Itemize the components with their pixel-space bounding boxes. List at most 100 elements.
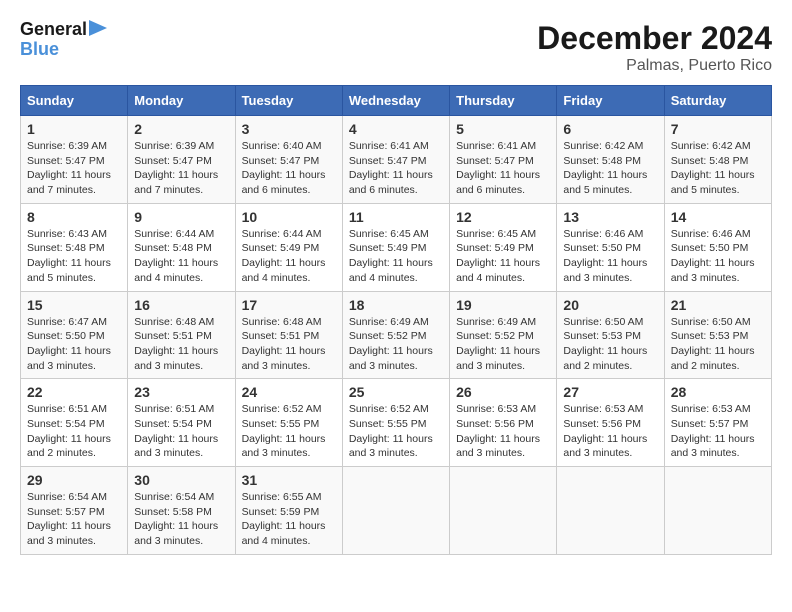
day-info: Sunrise: 6:47 AM Sunset: 5:50 PM Dayligh… (27, 315, 121, 374)
day-info: Sunrise: 6:45 AM Sunset: 5:49 PM Dayligh… (349, 227, 443, 286)
sunrise-label: Sunrise: 6:53 AM (671, 403, 751, 415)
daylight-label: Daylight: 11 hours and 6 minutes. (242, 169, 326, 196)
day-cell: 3 Sunrise: 6:40 AM Sunset: 5:47 PM Dayli… (235, 116, 342, 204)
sunset-label: Sunset: 5:48 PM (563, 155, 641, 167)
day-info: Sunrise: 6:42 AM Sunset: 5:48 PM Dayligh… (671, 139, 765, 198)
daylight-label: Daylight: 11 hours and 3 minutes. (134, 433, 218, 460)
day-number: 25 (349, 384, 443, 400)
sunset-label: Sunset: 5:48 PM (27, 242, 105, 254)
day-number: 20 (563, 297, 657, 313)
daylight-label: Daylight: 11 hours and 3 minutes. (134, 520, 218, 547)
day-cell (342, 467, 449, 555)
day-info: Sunrise: 6:46 AM Sunset: 5:50 PM Dayligh… (563, 227, 657, 286)
day-info: Sunrise: 6:40 AM Sunset: 5:47 PM Dayligh… (242, 139, 336, 198)
day-info: Sunrise: 6:53 AM Sunset: 5:57 PM Dayligh… (671, 402, 765, 461)
sunrise-label: Sunrise: 6:41 AM (456, 140, 536, 152)
day-number: 4 (349, 121, 443, 137)
day-info: Sunrise: 6:51 AM Sunset: 5:54 PM Dayligh… (27, 402, 121, 461)
day-cell: 11 Sunrise: 6:45 AM Sunset: 5:49 PM Dayl… (342, 203, 449, 291)
day-number: 17 (242, 297, 336, 313)
header-wednesday: Wednesday (342, 86, 449, 116)
day-cell: 6 Sunrise: 6:42 AM Sunset: 5:48 PM Dayli… (557, 116, 664, 204)
day-info: Sunrise: 6:50 AM Sunset: 5:53 PM Dayligh… (671, 315, 765, 374)
daylight-label: Daylight: 11 hours and 5 minutes. (27, 257, 111, 284)
day-cell: 20 Sunrise: 6:50 AM Sunset: 5:53 PM Dayl… (557, 291, 664, 379)
daylight-label: Daylight: 11 hours and 6 minutes. (349, 169, 433, 196)
sunrise-label: Sunrise: 6:41 AM (349, 140, 429, 152)
day-info: Sunrise: 6:39 AM Sunset: 5:47 PM Dayligh… (134, 139, 228, 198)
daylight-label: Daylight: 11 hours and 4 minutes. (242, 520, 326, 547)
daylight-label: Daylight: 11 hours and 3 minutes. (349, 345, 433, 372)
sunset-label: Sunset: 5:53 PM (563, 330, 641, 342)
sunrise-label: Sunrise: 6:48 AM (242, 316, 322, 328)
day-cell: 14 Sunrise: 6:46 AM Sunset: 5:50 PM Dayl… (664, 203, 771, 291)
sunrise-label: Sunrise: 6:39 AM (27, 140, 107, 152)
day-number: 24 (242, 384, 336, 400)
daylight-label: Daylight: 11 hours and 2 minutes. (563, 345, 647, 372)
daylight-label: Daylight: 11 hours and 5 minutes. (671, 169, 755, 196)
header-monday: Monday (128, 86, 235, 116)
day-number: 21 (671, 297, 765, 313)
sunset-label: Sunset: 5:51 PM (134, 330, 212, 342)
logo-flag-icon (89, 20, 111, 40)
sunrise-label: Sunrise: 6:44 AM (134, 228, 214, 240)
day-info: Sunrise: 6:44 AM Sunset: 5:48 PM Dayligh… (134, 227, 228, 286)
day-info: Sunrise: 6:53 AM Sunset: 5:56 PM Dayligh… (456, 402, 550, 461)
day-cell: 16 Sunrise: 6:48 AM Sunset: 5:51 PM Dayl… (128, 291, 235, 379)
daylight-label: Daylight: 11 hours and 3 minutes. (27, 520, 111, 547)
sunrise-label: Sunrise: 6:49 AM (349, 316, 429, 328)
sunset-label: Sunset: 5:50 PM (563, 242, 641, 254)
sunrise-label: Sunrise: 6:44 AM (242, 228, 322, 240)
day-number: 27 (563, 384, 657, 400)
day-number: 28 (671, 384, 765, 400)
daylight-label: Daylight: 11 hours and 3 minutes. (456, 345, 540, 372)
day-info: Sunrise: 6:49 AM Sunset: 5:52 PM Dayligh… (456, 315, 550, 374)
day-cell: 5 Sunrise: 6:41 AM Sunset: 5:47 PM Dayli… (450, 116, 557, 204)
sunset-label: Sunset: 5:56 PM (563, 418, 641, 430)
daylight-label: Daylight: 11 hours and 6 minutes. (456, 169, 540, 196)
day-cell: 1 Sunrise: 6:39 AM Sunset: 5:47 PM Dayli… (21, 116, 128, 204)
location: Palmas, Puerto Rico (537, 57, 772, 75)
sunset-label: Sunset: 5:51 PM (242, 330, 320, 342)
day-cell: 10 Sunrise: 6:44 AM Sunset: 5:49 PM Dayl… (235, 203, 342, 291)
day-number: 23 (134, 384, 228, 400)
daylight-label: Daylight: 11 hours and 7 minutes. (134, 169, 218, 196)
month-title: December 2024 (537, 20, 772, 57)
sunrise-label: Sunrise: 6:46 AM (563, 228, 643, 240)
day-number: 30 (134, 472, 228, 488)
day-cell: 8 Sunrise: 6:43 AM Sunset: 5:48 PM Dayli… (21, 203, 128, 291)
sunrise-label: Sunrise: 6:51 AM (27, 403, 107, 415)
header-tuesday: Tuesday (235, 86, 342, 116)
day-number: 7 (671, 121, 765, 137)
day-number: 13 (563, 209, 657, 225)
week-row-4: 22 Sunrise: 6:51 AM Sunset: 5:54 PM Dayl… (21, 379, 772, 467)
sunrise-label: Sunrise: 6:42 AM (671, 140, 751, 152)
day-cell: 9 Sunrise: 6:44 AM Sunset: 5:48 PM Dayli… (128, 203, 235, 291)
daylight-label: Daylight: 11 hours and 3 minutes. (563, 433, 647, 460)
day-cell: 2 Sunrise: 6:39 AM Sunset: 5:47 PM Dayli… (128, 116, 235, 204)
day-info: Sunrise: 6:41 AM Sunset: 5:47 PM Dayligh… (456, 139, 550, 198)
sunset-label: Sunset: 5:48 PM (134, 242, 212, 254)
daylight-label: Daylight: 11 hours and 3 minutes. (134, 345, 218, 372)
day-number: 14 (671, 209, 765, 225)
sunset-label: Sunset: 5:49 PM (349, 242, 427, 254)
sunset-label: Sunset: 5:54 PM (27, 418, 105, 430)
day-info: Sunrise: 6:42 AM Sunset: 5:48 PM Dayligh… (563, 139, 657, 198)
sunrise-label: Sunrise: 6:39 AM (134, 140, 214, 152)
day-number: 26 (456, 384, 550, 400)
daylight-label: Daylight: 11 hours and 5 minutes. (563, 169, 647, 196)
sunset-label: Sunset: 5:47 PM (349, 155, 427, 167)
day-cell (557, 467, 664, 555)
day-info: Sunrise: 6:43 AM Sunset: 5:48 PM Dayligh… (27, 227, 121, 286)
sunrise-label: Sunrise: 6:53 AM (563, 403, 643, 415)
day-cell: 22 Sunrise: 6:51 AM Sunset: 5:54 PM Dayl… (21, 379, 128, 467)
sunrise-label: Sunrise: 6:45 AM (456, 228, 536, 240)
day-number: 19 (456, 297, 550, 313)
header-friday: Friday (557, 86, 664, 116)
sunrise-label: Sunrise: 6:52 AM (242, 403, 322, 415)
daylight-label: Daylight: 11 hours and 7 minutes. (27, 169, 111, 196)
sunset-label: Sunset: 5:48 PM (671, 155, 749, 167)
day-cell: 26 Sunrise: 6:53 AM Sunset: 5:56 PM Dayl… (450, 379, 557, 467)
sunrise-label: Sunrise: 6:47 AM (27, 316, 107, 328)
daylight-label: Daylight: 11 hours and 4 minutes. (134, 257, 218, 284)
